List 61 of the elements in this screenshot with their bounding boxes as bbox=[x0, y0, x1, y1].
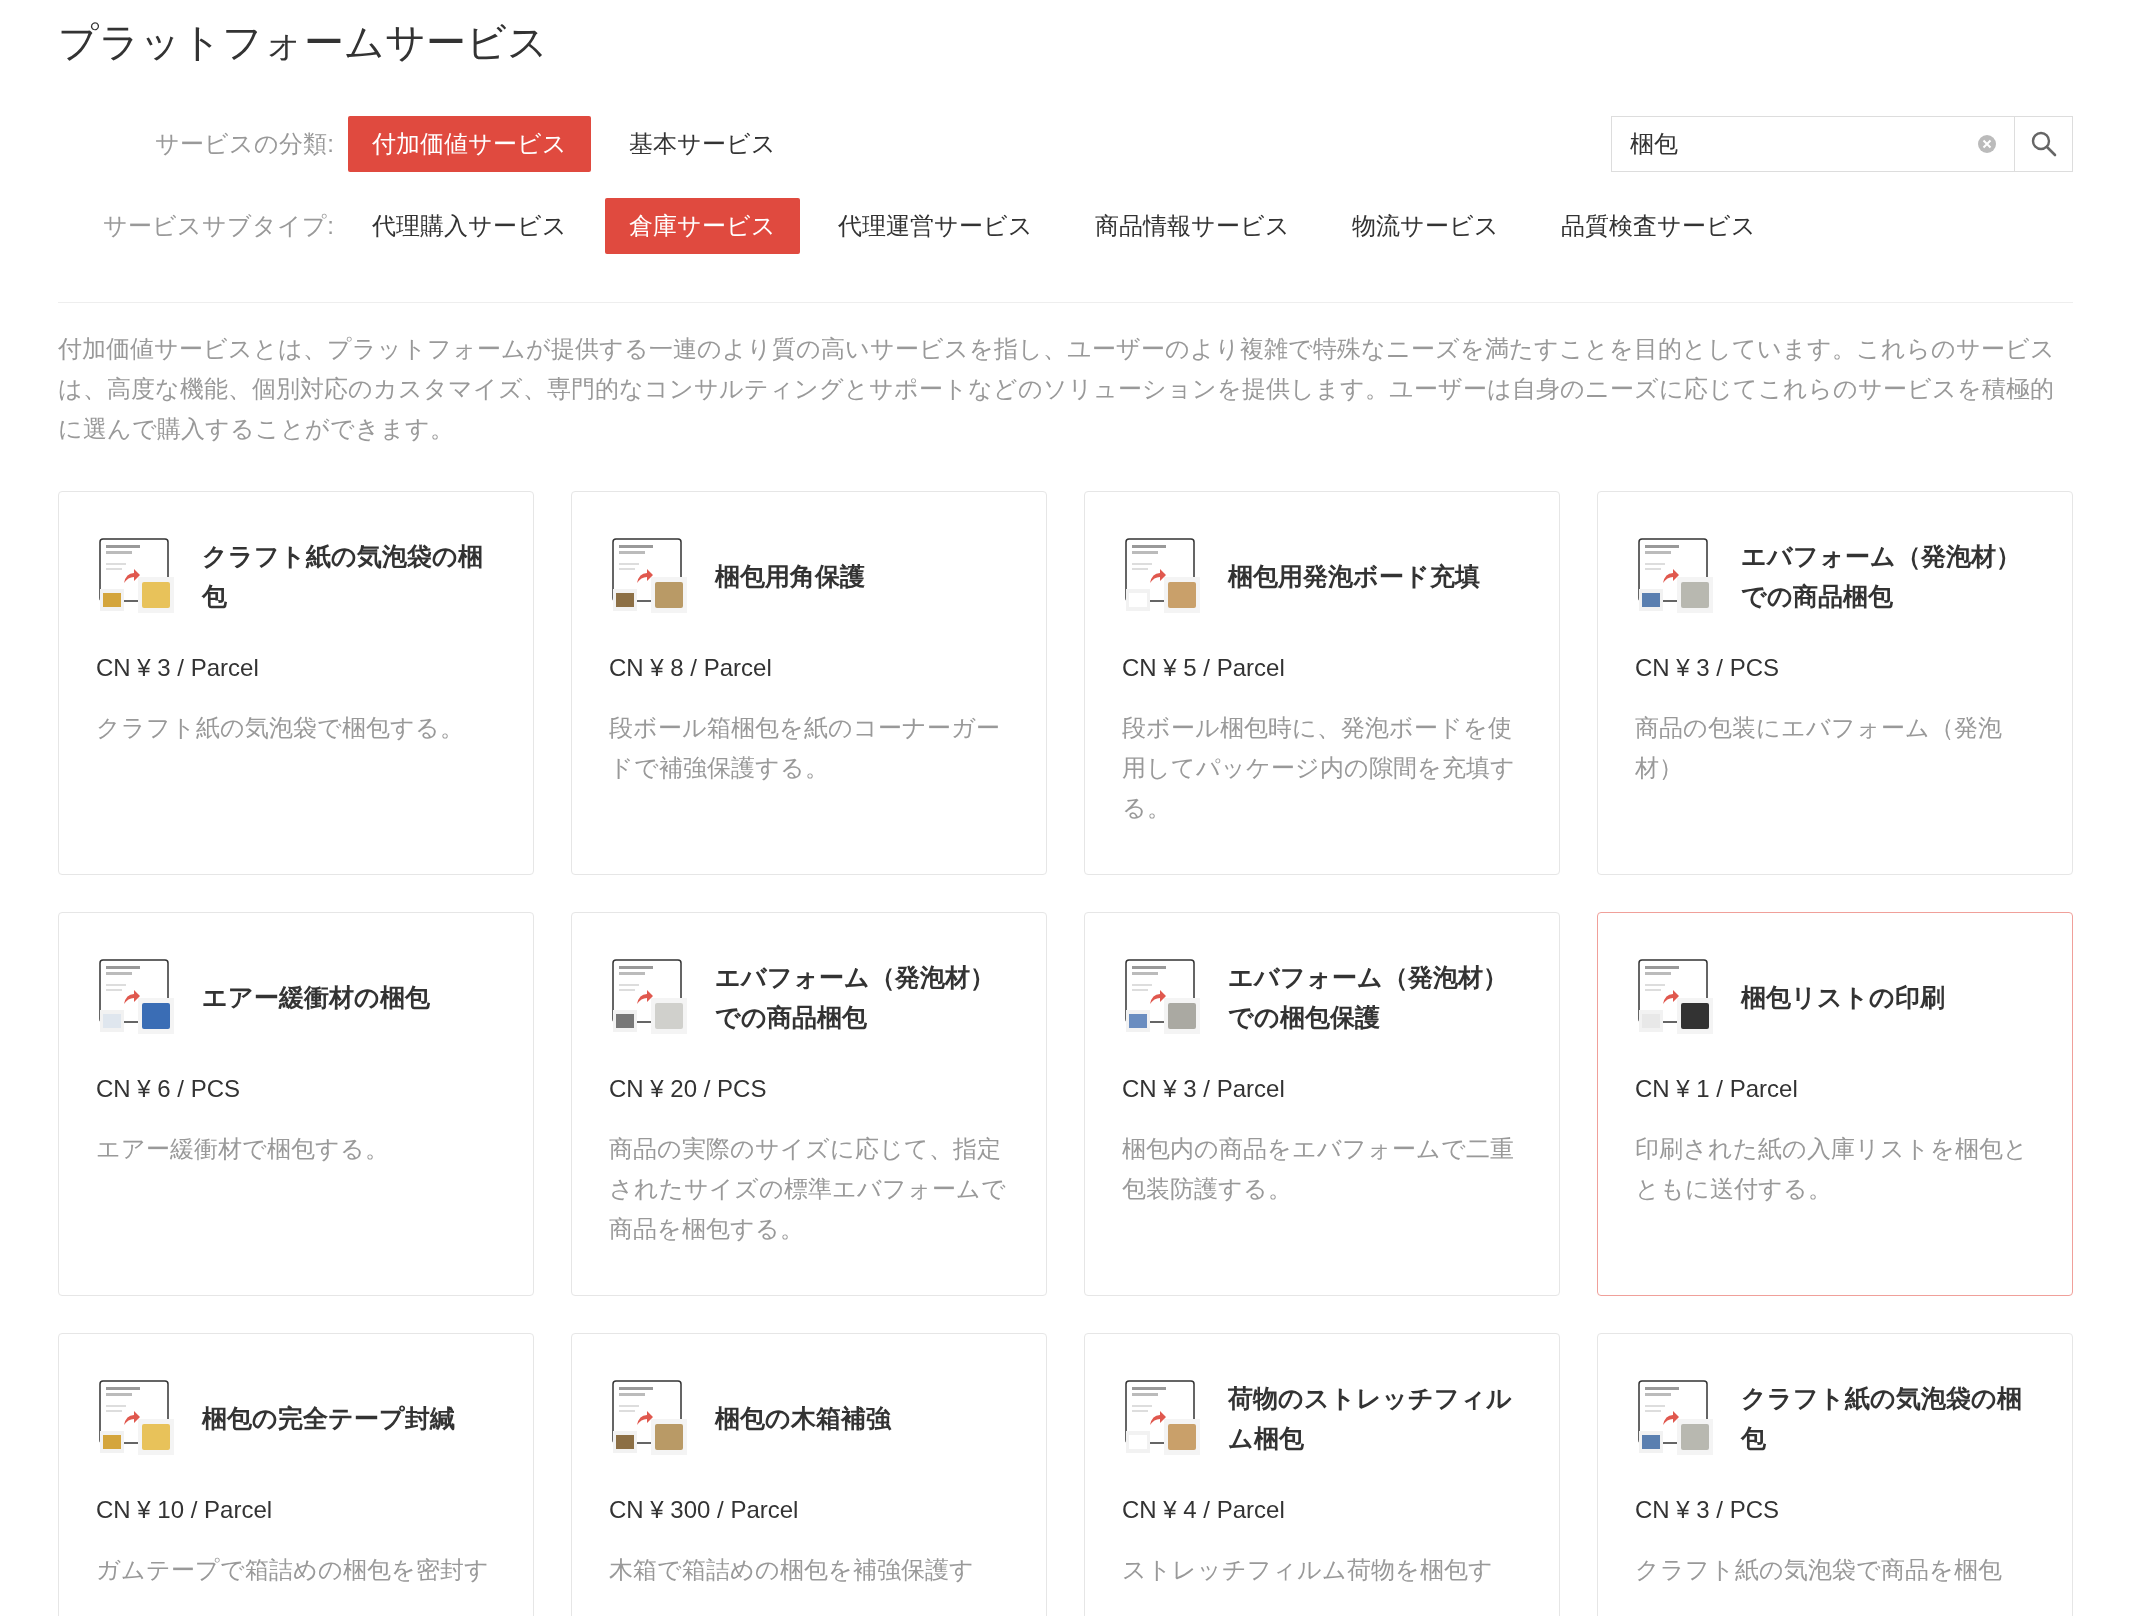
service-price: CN ¥ 3 / Parcel bbox=[1122, 1075, 1286, 1103]
service-price: CN ¥ 1 / Parcel bbox=[1635, 1075, 1799, 1103]
service-price: CN ¥ 5 / Parcel bbox=[1122, 654, 1286, 682]
intro-paragraph: 付加価値サービスとは、プラットフォームが提供する一連のより質の高いサービスを指し、ユーザーのより複雑で特殊なニーズを満たすことを目的としています。これらのサービスは、高度な機能、個別対応のカスタマイズ、専門的なコンサルティングとサポートなどのソリューションを提供します。ユーザーは自身のニーズに応じてこれらのサービスを積極的に選んで購入することができます。 bbox=[58, 334, 2056, 444]
service-price: CN ¥ 6 / PCS bbox=[96, 1075, 242, 1103]
service-title: クラフト紙の気泡袋の梱包 bbox=[1741, 1383, 2023, 1454]
filter-tab[interactable]: 品質検査サービス bbox=[1537, 198, 1780, 254]
service-description: ストレッチフィルム荷物を梱包す bbox=[1122, 1555, 1494, 1585]
filter-label: サービスの分類: bbox=[154, 129, 334, 159]
filter-tab[interactable]: 倉庫サービス bbox=[605, 198, 800, 254]
service-card[interactable]: エバフォーム（発泡材）での梱包保護 CN ¥ 3 / Parcel 梱包内の商品をエバフォームで二重包装防護する。 bbox=[1084, 912, 1560, 1296]
service-description: 印刷された紙の入庫リストを梱包とともに送付する。 bbox=[1635, 1134, 2029, 1204]
service-price: CN ¥ 3 / Parcel bbox=[96, 654, 260, 682]
service-card[interactable]: 梱包リストの印刷 CN ¥ 1 / Parcel 印刷された紙の入庫リストを梱包とともに送付する。 bbox=[1597, 912, 2073, 1296]
filter-tab[interactable]: 代理運営サービス bbox=[814, 198, 1057, 254]
service-card[interactable]: 梱包の木箱補強 CN ¥ 300 / Parcel 木箱で箱詰めの梱包を補強保護す bbox=[571, 1333, 1047, 1616]
filter-tab[interactable]: 物流サービス bbox=[1328, 198, 1523, 254]
filter-tab[interactable]: 商品情報サービス bbox=[1071, 198, 1314, 254]
page-title: プラットフォームサービス bbox=[58, 19, 549, 66]
service-card[interactable]: 梱包用角保護 CN ¥ 8 / Parcel 段ボール箱梱包を紙のコーナーガードで補強保護する。 bbox=[571, 491, 1047, 875]
service-title: 梱包の木箱補強 bbox=[715, 1403, 891, 1434]
service-card[interactable]: エバフォーム（発泡材）での商品梱包 CN ¥ 3 / PCS 商品の包装にエバフォーム（発泡材） bbox=[1597, 491, 2073, 875]
service-price: CN ¥ 8 / Parcel bbox=[609, 654, 773, 682]
service-card[interactable]: 荷物のストレッチフィルム梱包 CN ¥ 4 / Parcel ストレッチフィルム荷物を梱包す bbox=[1084, 1333, 1560, 1616]
service-card[interactable]: 梱包の完全テープ封緘 CN ¥ 10 / Parcel ガムテープで箱詰めの梱包を密封す bbox=[58, 1333, 534, 1616]
service-price: CN ¥ 10 / Parcel bbox=[96, 1496, 274, 1524]
service-card[interactable]: 梱包用発泡ボード充填 CN ¥ 5 / Parcel 段ボール梱包時に、発泡ボードを使用してパッケージ内の隙間を充填する。 bbox=[1084, 491, 1560, 875]
service-title: エバフォーム（発泡材）での商品梱包 bbox=[1741, 541, 2022, 612]
service-description: ガムテープで箱詰めの梱包を密封す bbox=[96, 1555, 490, 1585]
service-price: CN ¥ 3 / PCS bbox=[1635, 1496, 1781, 1524]
service-title: エバフォーム（発泡材）での商品梱包 bbox=[715, 962, 996, 1033]
service-card[interactable]: エアー緩衝材の梱包 CN ¥ 6 / PCS エアー緩衝材で梱包する。 bbox=[58, 912, 534, 1296]
filter-tab[interactable]: 基本サービス bbox=[605, 116, 800, 172]
service-description: 商品の実際のサイズに応じて、指定されたサイズの標準エバフォームで商品を梱包する。 bbox=[609, 1134, 1007, 1244]
service-title: 荷物のストレッチフィルム梱包 bbox=[1228, 1383, 1513, 1454]
service-price: CN ¥ 20 / PCS bbox=[609, 1075, 768, 1103]
service-title: 梱包用発泡ボード充填 bbox=[1228, 561, 1480, 592]
search-field[interactable]: 梱包 bbox=[1611, 116, 2015, 172]
service-title: エアー緩衝材の梱包 bbox=[202, 982, 430, 1013]
service-card[interactable]: クラフト紙の気泡袋の梱包 CN ¥ 3 / PCS クラフト紙の気泡袋で商品を梱包 bbox=[1597, 1333, 2073, 1616]
service-card[interactable]: エバフォーム（発泡材）での商品梱包 CN ¥ 20 / PCS 商品の実際のサイズに応じて、指定されたサイズの標準エバフォームで商品を梱包する。 bbox=[571, 912, 1047, 1296]
service-description: 段ボール梱包時に、発泡ボードを使用してパッケージ内の隙間を充填する。 bbox=[1122, 713, 1516, 823]
service-description: 商品の包装にエバフォーム（発泡材） bbox=[1635, 713, 2003, 783]
service-description: 梱包内の商品をエバフォームで二重包装防護する。 bbox=[1122, 1134, 1515, 1204]
service-title: クラフト紙の気泡袋の梱包 bbox=[202, 541, 484, 612]
service-price: CN ¥ 3 / PCS bbox=[1635, 654, 1781, 682]
service-title: 梱包リストの印刷 bbox=[1741, 982, 1945, 1013]
service-price: CN ¥ 300 / Parcel bbox=[609, 1496, 800, 1524]
service-description: クラフト紙の気泡袋で梱包する。 bbox=[96, 713, 465, 743]
filter-tab[interactable]: 代理購入サービス bbox=[348, 198, 591, 254]
service-price: CN ¥ 4 / Parcel bbox=[1122, 1496, 1286, 1524]
service-description: 段ボール箱梱包を紙のコーナーガードで補強保護する。 bbox=[609, 713, 1001, 783]
service-description: クラフト紙の気泡袋で商品を梱包 bbox=[1635, 1555, 2003, 1585]
service-description: 木箱で箱詰めの梱包を補強保護す bbox=[609, 1555, 975, 1585]
service-title: エバフォーム（発泡材）での梱包保護 bbox=[1228, 962, 1509, 1033]
service-title: 梱包の完全テープ封緘 bbox=[202, 1403, 455, 1434]
service-description: エアー緩衝材で梱包する。 bbox=[96, 1134, 390, 1164]
filter-label: サービスサブタイプ: bbox=[102, 211, 334, 241]
filter-tab[interactable]: 付加価値サービス bbox=[348, 116, 591, 172]
service-title: 梱包用角保護 bbox=[715, 561, 865, 592]
service-card[interactable]: クラフト紙の気泡袋の梱包 CN ¥ 3 / Parcel クラフト紙の気泡袋で梱包する。 bbox=[58, 491, 534, 875]
